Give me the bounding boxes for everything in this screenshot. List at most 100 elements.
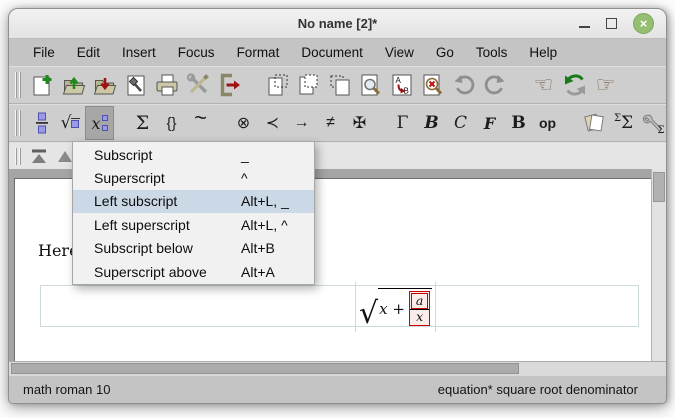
menu-item-left-subscript[interactable]: Left subscript Alt+L, _ (73, 190, 314, 213)
exit-button[interactable] (213, 69, 244, 101)
menu-item-superscript-above[interactable]: Superscript above Alt+A (73, 260, 314, 283)
focused-fraction[interactable]: a x (409, 291, 430, 327)
save-folder-icon (92, 72, 118, 98)
titlebar[interactable]: No name [2]* × (9, 9, 666, 39)
hand-back-icon: ☜ (534, 74, 554, 96)
blackboard-b-icon: B (511, 113, 525, 133)
relation-button[interactable]: ≺ (258, 106, 287, 140)
menu-tools[interactable]: Tools (465, 41, 519, 64)
reload-button[interactable] (559, 69, 590, 101)
menu-help[interactable]: Help (518, 41, 568, 64)
square-root-button[interactable]: √ (56, 106, 85, 140)
menu-go[interactable]: Go (425, 41, 465, 64)
greek-letter-button[interactable]: Γ (388, 106, 417, 140)
menu-item-subscript[interactable]: Subscript _ (73, 143, 314, 166)
hammer-tool-button[interactable] (120, 69, 151, 101)
otimes-icon: ⊗ (237, 113, 250, 133)
gamma-icon: Γ (397, 113, 409, 133)
find-replace-icon: AB (389, 72, 415, 98)
negation-button[interactable]: ≠ (316, 106, 345, 140)
open-file-button[interactable] (58, 69, 89, 101)
big-sum-button[interactable]: Σ (128, 106, 157, 140)
go-back-button[interactable]: ☜ (528, 69, 559, 101)
menu-view[interactable]: View (374, 41, 425, 64)
toolbar-grip[interactable] (15, 110, 21, 136)
sigma-sup-icon: Σ (614, 113, 621, 124)
square-root-context-box[interactable]: √ x + a x (355, 282, 436, 332)
menu-item-subscript-below[interactable]: Subscript below Alt+B (73, 237, 314, 260)
right-arrow-icon: → (294, 114, 310, 132)
fraktur-f-icon: F (484, 114, 495, 133)
sum-icon: Σ (136, 112, 149, 134)
wrench-sigma-icon: Σ (642, 112, 664, 134)
accent-button[interactable]: ~ (186, 106, 215, 140)
copy-button[interactable] (293, 69, 324, 101)
redo-button[interactable] (479, 69, 510, 101)
menu-file[interactable]: File (22, 41, 66, 64)
undo-button[interactable] (448, 69, 479, 101)
menu-document[interactable]: Document (290, 41, 374, 64)
copy-icon (296, 72, 322, 98)
fraktur-button[interactable]: F (475, 106, 504, 140)
go-forward-button[interactable]: ☞ (590, 69, 621, 101)
vertical-scrollbar-thumb[interactable] (653, 172, 665, 202)
big-operator-button[interactable]: ΣΣ (609, 106, 638, 140)
circled-operator-button[interactable]: ⊗ (229, 106, 258, 140)
calligraphic-button[interactable]: C (446, 106, 475, 140)
close-icon[interactable]: × (633, 13, 654, 34)
window-controls: × (579, 13, 666, 34)
minimize-icon[interactable] (579, 19, 590, 28)
letter-styles-button[interactable] (580, 106, 609, 140)
script-button[interactable]: x (85, 106, 114, 140)
printer-icon (154, 72, 180, 98)
menu-insert[interactable]: Insert (111, 41, 167, 64)
spell-check-button[interactable] (417, 69, 448, 101)
triangle-up-icon (57, 149, 73, 163)
vertical-scrollbar[interactable] (651, 169, 666, 361)
math-preferences-button[interactable]: Σ (638, 106, 667, 140)
menu-format[interactable]: Format (226, 41, 291, 64)
menu-focus[interactable]: Focus (167, 41, 226, 64)
toolbar-grip[interactable] (15, 148, 21, 165)
fraction-numerator: a (411, 293, 428, 309)
braces-icon: {} (166, 115, 176, 132)
cut-button[interactable] (262, 69, 293, 101)
reload-icon (562, 72, 588, 98)
fraction-button[interactable] (27, 106, 56, 140)
menu-item-left-superscript[interactable]: Left superscript Alt+L, ^ (73, 213, 314, 236)
blackboard-button[interactable]: B (504, 106, 533, 140)
fraction-icon (33, 111, 51, 135)
new-document-button[interactable] (27, 69, 58, 101)
preferences-button[interactable] (182, 69, 213, 101)
screen: No name [2]* × File Edit Insert Focus Fo… (0, 0, 675, 418)
menu-item-superscript[interactable]: Superscript ^ (73, 166, 314, 189)
open-folder-icon (61, 72, 87, 98)
menu-edit[interactable]: Edit (66, 41, 111, 64)
calligraphic-c-icon: C (454, 113, 467, 133)
find-button[interactable] (355, 69, 386, 101)
script-dropdown-menu: Subscript _ Superscript ^ Left subscript… (72, 141, 315, 285)
maximize-icon[interactable] (606, 18, 617, 29)
formula: √ x + a x (359, 288, 432, 327)
script-icon: x (91, 114, 107, 133)
statusbar: math roman 10 equation* square root deno… (9, 375, 666, 403)
paste-button[interactable] (324, 69, 355, 101)
square-root-icon: √ (61, 113, 81, 133)
operator-name-button[interactable]: op (533, 106, 562, 140)
brackets-button[interactable]: {} (157, 106, 186, 140)
horizontal-scrollbar[interactable] (9, 361, 666, 375)
search-icon (358, 72, 384, 98)
redo-icon (482, 72, 508, 98)
equation-block[interactable]: √ x + a x (40, 285, 639, 327)
misc-symbol-button[interactable]: ✠ (345, 106, 374, 140)
print-button[interactable] (151, 69, 182, 101)
replace-button[interactable]: AB (386, 69, 417, 101)
save-file-button[interactable] (89, 69, 120, 101)
focus-top-button[interactable] (27, 146, 51, 166)
arrow-button[interactable]: → (287, 106, 316, 140)
prec-icon: ≺ (266, 113, 279, 133)
bold-button[interactable]: B (417, 106, 446, 140)
fraction-denominator: x (412, 310, 427, 325)
horizontal-scrollbar-thumb[interactable] (11, 363, 519, 374)
toolbar-grip[interactable] (15, 72, 21, 98)
